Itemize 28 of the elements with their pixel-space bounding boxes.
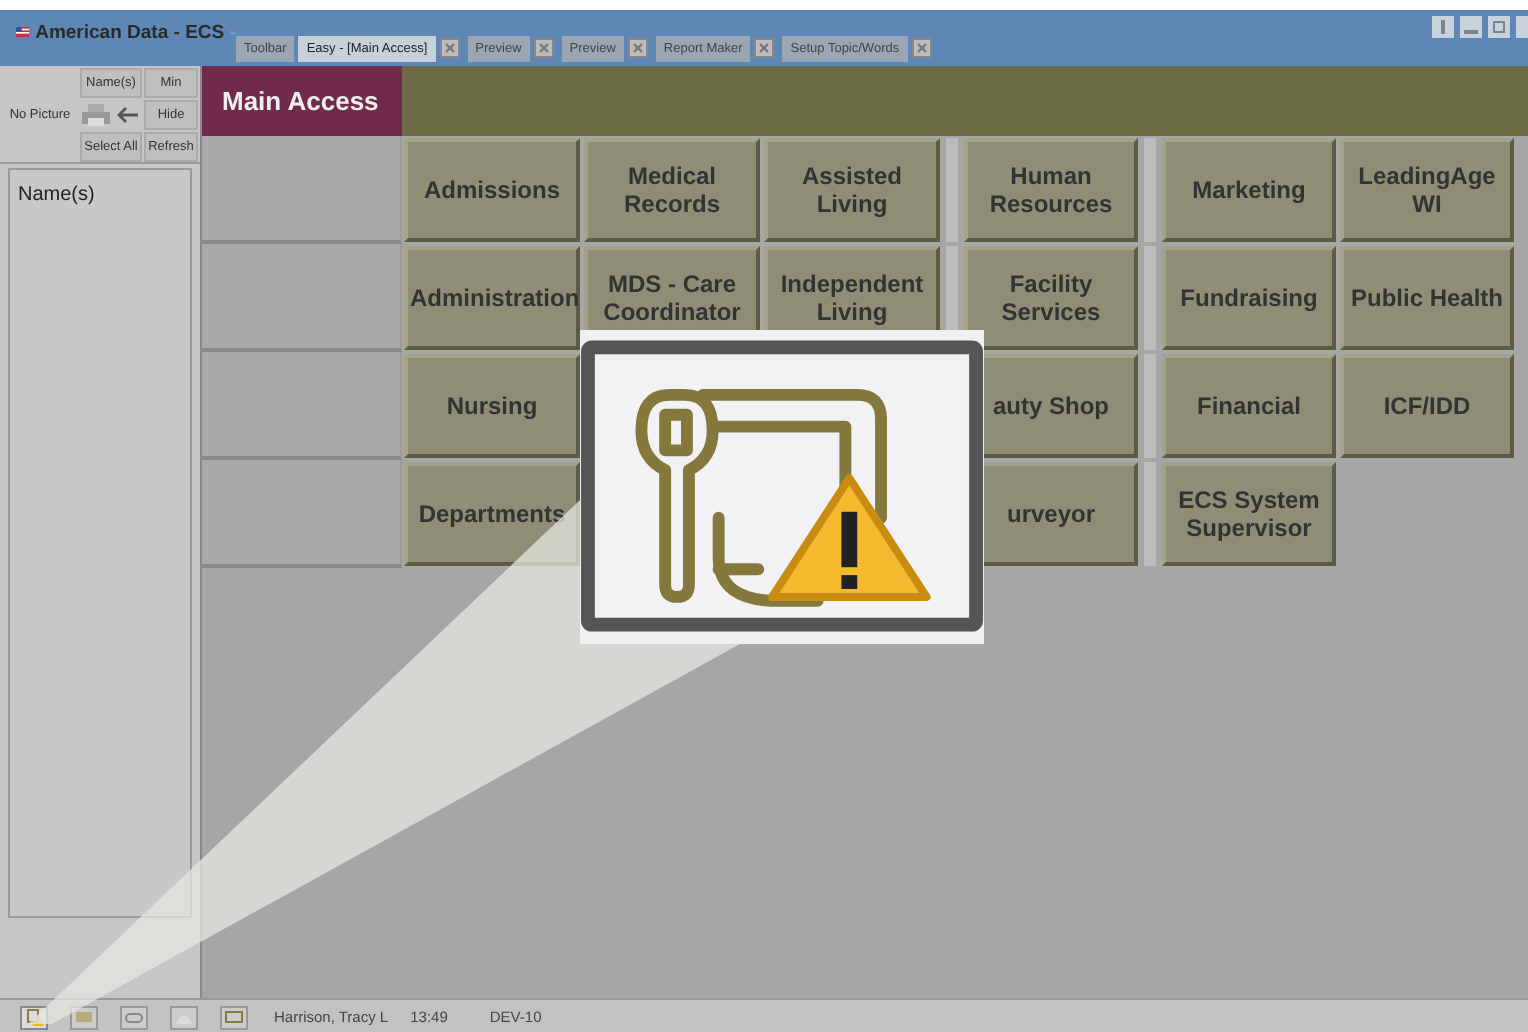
- minimize-icon[interactable]: [1460, 16, 1482, 38]
- menu-button[interactable]: Medical Records: [584, 138, 760, 242]
- back-arrow-icon[interactable]: [115, 105, 140, 123]
- menu-button[interactable]: LeadingAge WI: [1340, 138, 1514, 242]
- dropdown-icon[interactable]: [230, 27, 236, 37]
- chat-icon[interactable]: [220, 1005, 248, 1029]
- menu-button[interactable]: Marketing: [1162, 138, 1336, 242]
- menu-button[interactable]: ICF/IDD: [1340, 354, 1514, 458]
- list-label: Name(s): [18, 184, 95, 206]
- note-icon[interactable]: [70, 1005, 98, 1029]
- printer-icon[interactable]: [82, 103, 111, 125]
- bell-icon[interactable]: [170, 1005, 198, 1029]
- page-title: Main Access: [202, 66, 402, 136]
- menu-button[interactable]: ECS System Supervisor: [1162, 462, 1336, 566]
- menu-button[interactable]: Fundraising: [1162, 246, 1336, 350]
- menu-button[interactable]: Financial: [1162, 354, 1336, 458]
- names-list[interactable]: Name(s): [8, 168, 192, 918]
- menu-button[interactable]: Assisted Living: [764, 138, 940, 242]
- menu-button[interactable]: Administration: [404, 246, 580, 350]
- window-title: American Data - ECS: [35, 21, 225, 43]
- menu-button[interactable]: Admissions: [404, 138, 580, 242]
- link-icon[interactable]: [120, 1005, 148, 1029]
- menu-button[interactable]: Human Resources: [964, 138, 1138, 242]
- help-icon[interactable]: [1432, 16, 1454, 38]
- menu-button[interactable]: Nursing: [404, 354, 580, 458]
- menu-button[interactable]: Public Health: [1340, 246, 1514, 350]
- menu-button[interactable]: Facility Services: [964, 246, 1138, 350]
- restore-icon[interactable]: [1488, 16, 1510, 38]
